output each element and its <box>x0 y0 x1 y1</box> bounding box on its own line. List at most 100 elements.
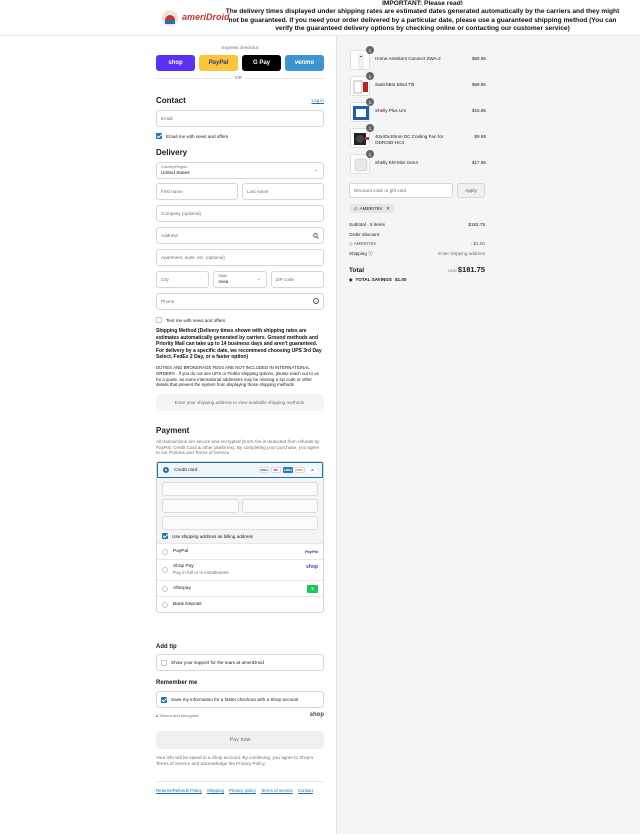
contact-section: Contact Log in Email Email me with news … <box>156 96 324 139</box>
google-pay-button[interactable]: G Pay <box>242 55 281 71</box>
paypal-button[interactable]: PayPal <box>199 55 238 71</box>
delivery-heading: Delivery <box>156 148 188 157</box>
total-label: Total <box>349 267 365 274</box>
footer-link-shipping[interactable]: Shipping <box>207 788 224 793</box>
zip-input[interactable]: ZIP code <box>270 271 324 288</box>
quantity-badge: 1 <box>366 46 374 54</box>
amex-icon: AMEX <box>283 467 293 474</box>
remember-checkbox[interactable] <box>161 696 167 703</box>
express-checkout-label: Express checkout <box>221 45 259 50</box>
afterpay-option[interactable]: Afterpay $ <box>157 580 323 596</box>
notice-title: IMPORTANT: Please read! <box>382 0 463 7</box>
payment-methods: Credit card VISA MC AMEX DISC +5 Use shi… <box>156 461 324 614</box>
credit-card-option[interactable]: Credit card VISA MC AMEX DISC +5 <box>157 462 323 479</box>
name-on-card-field[interactable] <box>162 516 318 531</box>
email-news-checkbox[interactable] <box>156 133 162 139</box>
billing-address-checkbox[interactable] <box>162 533 168 540</box>
more-cards-text: +5 <box>307 467 317 474</box>
help-icon[interactable]: ? <box>313 298 319 304</box>
paypal-logo-icon: PayPal <box>304 549 318 555</box>
quantity-badge: 1 <box>366 98 374 106</box>
shop-pay-option[interactable]: Shop Pay Pay in full or in installments … <box>157 559 323 580</box>
remember-heading: Remember me <box>156 680 198 686</box>
discount-code-row: ◇ AMERI76V - $1.00 <box>349 241 485 247</box>
shop-pay-sublabel: Pay in full or in installments <box>173 570 229 576</box>
contact-heading: Contact <box>156 96 186 105</box>
total-value: $181.75 <box>457 265 485 274</box>
tip-option[interactable]: Show your support for the team at ameriD… <box>156 654 324 671</box>
shop-pay-button[interactable]: shop <box>156 55 195 71</box>
shop-pay-logo-icon: shop <box>306 564 318 571</box>
product-name: Shelly Plus Uni <box>375 108 406 113</box>
remember-option[interactable]: Save my information for a faster checkou… <box>156 691 324 708</box>
apply-discount-button[interactable]: Apply <box>457 183 485 198</box>
cart-item: 1 Shelly EM Mini Gen4 $17.95 <box>350 150 486 174</box>
afterpay-radio[interactable] <box>162 585 168 592</box>
tip-label: Show your support for the team at ameriD… <box>171 660 264 665</box>
paypal-option[interactable]: PayPal PayPal <box>157 543 323 559</box>
duties-text: DUTIES AND BROKERAGE FEES ARE NOT INCLUD… <box>156 364 319 388</box>
tip-section: Add tip Show your support for the team a… <box>156 644 324 671</box>
discount-tag-code: AMERI76V <box>359 206 383 211</box>
venmo-button[interactable]: venmo <box>285 55 324 71</box>
footer-link-terms[interactable]: Terms of service <box>261 788 293 793</box>
cart-item: 1 Home Assistant Connect ZWA-2 $68.95 <box>350 46 486 70</box>
remember-label: Save my information for a faster checkou… <box>171 697 299 702</box>
card-number-field[interactable] <box>162 482 318 497</box>
login-link[interactable]: Log in <box>311 98 324 103</box>
security-code-field[interactable] <box>241 499 318 514</box>
bank-deposit-option[interactable]: Bank Deposit <box>157 596 323 612</box>
important-notice: IMPORTANT: Please read! The delivery tim… <box>225 0 620 33</box>
footer-link-contact[interactable]: Contact <box>298 788 313 793</box>
shipping-label: Shipping <box>349 251 367 256</box>
country-select[interactable]: Country/Region United States ⌄ <box>156 162 324 179</box>
help-icon[interactable]: ⓘ <box>368 251 373 256</box>
phone-placeholder: Phone <box>161 299 175 304</box>
savings-row: ◈ TOTAL SAVINGS $1.00 <box>349 277 485 283</box>
pay-now-button[interactable]: Pay now <box>156 731 324 749</box>
credit-card-radio[interactable] <box>163 467 169 474</box>
subtotal-value: $182.75 <box>468 222 485 227</box>
text-news-checkbox[interactable] <box>156 317 162 323</box>
card-logos: VISA MC AMEX DISC +5 <box>259 467 317 474</box>
remove-discount-icon[interactable]: ✕ <box>386 206 390 212</box>
phone-input[interactable]: Phone ? <box>156 293 324 310</box>
expiration-field[interactable] <box>162 499 239 514</box>
city-input[interactable]: City <box>156 271 210 288</box>
shop-pay-radio[interactable] <box>162 567 168 574</box>
discount-code-label: AMERI76V <box>353 241 377 246</box>
tip-heading: Add tip <box>156 644 177 650</box>
savings-label: TOTAL SAVINGS <box>355 277 392 282</box>
footer: Returns/Refunds Policy Shipping Privacy … <box>156 781 324 793</box>
footer-link-privacy[interactable]: Privacy policy <box>229 788 256 793</box>
notice-body: The delivery times displayed under shipp… <box>225 8 620 32</box>
apartment-input[interactable]: Apartment, suite, etc. (optional) <box>156 249 324 266</box>
cart-item: 1 SwitchBot Blind Tilt $69.95 <box>350 72 486 96</box>
store-logo[interactable]: ameriDroid <box>160 6 230 26</box>
bank-deposit-radio[interactable] <box>162 601 168 608</box>
first-name-input[interactable]: First name <box>156 183 238 200</box>
tag-icon: ◇ <box>354 205 358 211</box>
company-input[interactable]: Company (optional) <box>156 205 324 222</box>
cart-item: 1 Shelly Plus Uni $15.95 <box>350 98 486 122</box>
quantity-badge: 1 <box>366 150 374 158</box>
subtotal-row: Subtotal · 5 items $182.75 <box>349 222 485 227</box>
chevron-down-icon: ⌄ <box>313 167 318 173</box>
discover-icon: DISC <box>295 467 305 474</box>
express-checkout: Express checkout shop PayPal G Pay venmo… <box>156 45 324 81</box>
discount-code-input[interactable]: Discount code or gift card <box>349 183 453 198</box>
last-name-input[interactable]: Last name <box>242 183 324 200</box>
address-input[interactable]: Address <box>156 227 324 244</box>
savings-value: $1.00 <box>394 277 407 282</box>
payment-note: All transactions are secure and encrypte… <box>156 439 320 456</box>
tip-checkbox[interactable] <box>161 659 167 666</box>
paypal-radio[interactable] <box>162 548 168 555</box>
or-divider: OR <box>156 75 324 81</box>
email-input[interactable]: Email <box>156 110 324 127</box>
shop-logo-icon: shop <box>309 712 324 718</box>
visa-icon: VISA <box>259 467 269 474</box>
state-select[interactable]: State Iowa ⌄ <box>213 271 267 288</box>
paypal-label: PayPal <box>173 549 189 555</box>
product-name: 40x40x10mm DC Cooling Fan for ODROID-HC4 <box>375 134 444 145</box>
footer-link-refunds[interactable]: Returns/Refunds Policy <box>156 788 202 793</box>
